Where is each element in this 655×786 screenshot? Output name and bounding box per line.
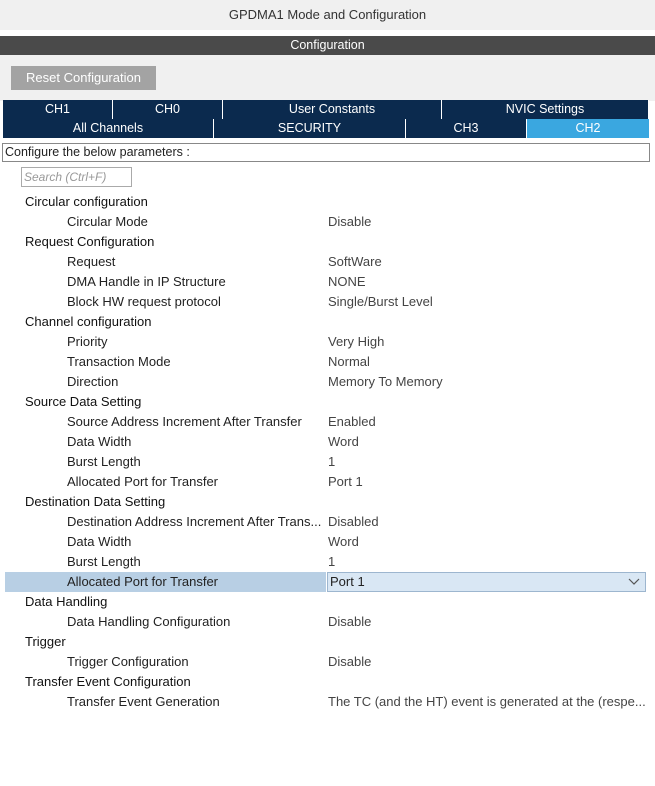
parameter-group-label: Data Handling — [25, 594, 108, 609]
search-input[interactable]: Search (Ctrl+F) — [21, 167, 132, 187]
parameter-value: Word — [328, 534, 359, 549]
parameter-label: Trigger Configuration — [67, 654, 189, 669]
tab-nvic-settings[interactable]: NVIC Settings — [442, 100, 649, 119]
parameter-value: Word — [328, 434, 359, 449]
parameter-label: Destination Address Increment After Tran… — [67, 514, 322, 529]
parameter-label: Block HW request protocol — [67, 294, 221, 309]
parameter-group[interactable]: Channel configuration — [0, 312, 655, 332]
configure-parameters-label: Configure the below parameters : — [2, 143, 650, 162]
parameter-label: Source Address Increment After Transfer — [67, 414, 302, 429]
parameter-row[interactable]: Burst Length 1 — [0, 552, 655, 572]
parameter-value: Normal — [328, 354, 370, 369]
chevron-down-icon[interactable] — [627, 576, 641, 588]
parameter-value: 1 — [328, 454, 336, 469]
configuration-header: Configuration — [0, 36, 655, 55]
parameter-value[interactable]: Port 1 — [330, 572, 365, 592]
parameter-row[interactable]: Priority Very High — [0, 332, 655, 352]
parameter-label: Direction — [67, 374, 119, 389]
parameter-label: Circular Mode — [67, 214, 148, 229]
tab-ch2[interactable]: CH2 — [527, 119, 649, 138]
parameter-group[interactable]: Destination Data Setting — [0, 492, 655, 512]
parameter-value: Port 1 — [328, 474, 363, 489]
parameter-row[interactable]: Block HW request protocol Single/Burst Le… — [0, 292, 655, 312]
parameter-value: Disable — [328, 214, 372, 229]
parameter-label: Data Width — [67, 434, 132, 449]
parameter-row[interactable]: Burst Length 1 — [0, 452, 655, 472]
parameter-row[interactable]: Trigger Configuration Disable — [0, 652, 655, 672]
tab-all-channels[interactable]: All Channels — [3, 119, 214, 138]
port-select-dropdown[interactable] — [327, 572, 646, 592]
parameter-value: Disabled — [328, 514, 379, 529]
parameter-label: Transfer Event Generation — [67, 694, 220, 709]
parameter-label: Request — [67, 254, 116, 269]
parameter-value: Enabled — [328, 414, 376, 429]
parameter-group-label: Transfer Event Configuration — [25, 674, 191, 689]
parameter-group-label: Source Data Setting — [25, 394, 142, 409]
parameter-value: The TC (and the HT) event is generated a… — [328, 694, 646, 709]
window-title: GPDMA1 Mode and Configuration — [0, 0, 655, 30]
parameter-group[interactable]: Data Handling — [0, 592, 655, 612]
parameter-label: Transaction Mode — [67, 354, 171, 369]
parameter-group[interactable]: Source Data Setting — [0, 392, 655, 412]
parameter-value: 1 — [328, 554, 336, 569]
parameter-label: Burst Length — [67, 454, 141, 469]
parameter-row[interactable]: Allocated Port for Transfer Port 1 — [0, 472, 655, 492]
parameter-value: Disable — [328, 614, 372, 629]
parameter-row[interactable]: Data Handling Configuration Disable — [0, 612, 655, 632]
parameter-label: Allocated Port for Transfer — [67, 474, 219, 489]
reset-configuration-button[interactable]: Reset Configuration — [11, 66, 156, 90]
parameter-row[interactable]: Data Width Word — [0, 432, 655, 452]
parameter-label: Priority — [67, 334, 108, 349]
parameter-row[interactable]: DMA Handle in IP Structure NONE — [0, 272, 655, 292]
parameter-row[interactable]: Transaction Mode Normal — [0, 352, 655, 372]
parameter-row[interactable]: Direction Memory To Memory — [0, 372, 655, 392]
parameter-row[interactable]: Data Width Word — [0, 532, 655, 552]
parameter-group[interactable]: Transfer Event Configuration — [0, 672, 655, 692]
parameter-value: Disable — [328, 654, 372, 669]
parameter-group-label: Request Configuration — [25, 234, 155, 249]
parameter-row[interactable]: Circular Mode Disable — [0, 212, 655, 232]
parameter-value: Very High — [328, 334, 385, 349]
tab-ch0[interactable]: CH0 — [113, 100, 223, 119]
parameter-group-label: Trigger — [25, 634, 66, 649]
tab-ch3[interactable]: CH3 — [406, 119, 527, 138]
parameter-label: Data Handling Configuration — [67, 614, 231, 629]
parameter-group-label: Channel configuration — [25, 314, 152, 329]
parameter-value: NONE — [328, 274, 366, 289]
parameter-label: Burst Length — [67, 554, 141, 569]
parameter-label: DMA Handle in IP Structure — [67, 274, 226, 289]
parameter-row[interactable]: Request SoftWare — [0, 252, 655, 272]
parameter-group[interactable]: Circular configuration — [0, 192, 655, 212]
parameter-group-label: Destination Data Setting — [25, 494, 166, 509]
parameter-label: Data Width — [67, 534, 132, 549]
parameter-row[interactable]: Allocated Port for Transfer Port 1 — [0, 572, 655, 592]
parameter-label: Allocated Port for Transfer — [67, 574, 219, 589]
parameter-row[interactable]: Source Address Increment After Transfer E… — [0, 412, 655, 432]
parameter-row[interactable]: Destination Address Increment After Tran… — [0, 512, 655, 532]
parameter-group[interactable]: Trigger — [0, 632, 655, 652]
parameter-value: SoftWare — [328, 254, 382, 269]
tab-security[interactable]: SECURITY — [214, 119, 406, 138]
parameter-row[interactable]: Transfer Event Generation The TC (and the… — [0, 692, 655, 712]
parameter-group-label: Circular configuration — [25, 194, 148, 209]
tab-ch1[interactable]: CH1 — [3, 100, 113, 119]
parameter-value: Memory To Memory — [328, 374, 443, 389]
parameter-group[interactable]: Request Configuration — [0, 232, 655, 252]
parameter-value: Single/Burst Level — [328, 294, 433, 309]
tab-user-constants[interactable]: User Constants — [223, 100, 442, 119]
